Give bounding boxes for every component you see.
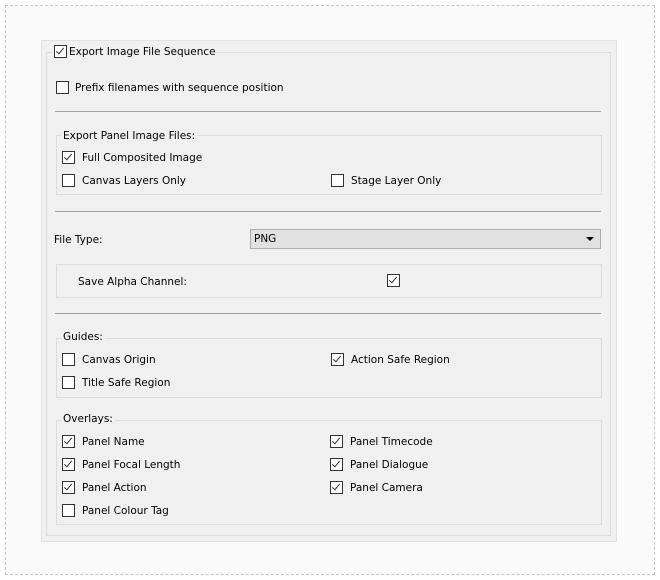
panel-focal-length-label: Panel Focal Length	[82, 459, 181, 471]
panel-camera-label: Panel Camera	[350, 482, 423, 494]
alpha-label: Save Alpha Channel:	[78, 276, 187, 288]
separator	[55, 211, 601, 212]
canvas-layers-label: Canvas Layers Only	[82, 175, 187, 187]
panel-timecode-label: Panel Timecode	[350, 436, 433, 448]
guides-title: Guides:	[61, 330, 105, 344]
panel-timecode-checkbox[interactable]	[330, 435, 343, 448]
full-composited-label: Full Composited Image	[82, 152, 203, 164]
title-safe-label: Title Safe Region	[82, 377, 171, 389]
panel-name-label: Panel Name	[82, 436, 145, 448]
full-composited-checkbox[interactable]	[62, 151, 75, 164]
file-type-value: PNG	[254, 233, 277, 245]
panel-dialogue-checkbox[interactable]	[330, 458, 343, 471]
separator	[55, 313, 601, 314]
canvas-origin-checkbox[interactable]	[62, 353, 75, 366]
export-sequence-checkbox[interactable]	[54, 45, 67, 58]
action-safe-checkbox[interactable]	[331, 353, 344, 366]
stage-layer-checkbox[interactable]	[331, 174, 344, 187]
canvas-layers-checkbox[interactable]	[62, 174, 75, 187]
panel-colour-tag-checkbox[interactable]	[62, 504, 75, 517]
canvas-origin-label: Canvas Origin	[82, 354, 156, 366]
chevron-down-icon	[586, 237, 594, 241]
panel-files-title: Export Panel Image Files:	[61, 129, 198, 143]
panel-action-label: Panel Action	[82, 482, 147, 494]
file-type-label: File Type:	[54, 234, 103, 246]
panel-name-checkbox[interactable]	[62, 435, 75, 448]
panel-camera-checkbox[interactable]	[330, 481, 343, 494]
overlays-title: Overlays:	[61, 412, 115, 426]
panel-focal-length-checkbox[interactable]	[62, 458, 75, 471]
panel-colour-tag-label: Panel Colour Tag	[82, 505, 169, 517]
prefix-checkbox[interactable]	[56, 81, 69, 94]
export-sequence-label: Export Image File Sequence	[69, 46, 216, 58]
file-type-dropdown[interactable]: PNG	[250, 229, 601, 249]
panel-dialogue-label: Panel Dialogue	[350, 459, 429, 471]
stage-layer-label: Stage Layer Only	[351, 175, 442, 187]
panel-action-checkbox[interactable]	[62, 481, 75, 494]
alpha-checkbox[interactable]	[387, 274, 400, 287]
title-safe-checkbox[interactable]	[62, 376, 75, 389]
separator	[55, 111, 601, 112]
prefix-label: Prefix filenames with sequence position	[75, 82, 284, 94]
action-safe-label: Action Safe Region	[351, 354, 450, 366]
